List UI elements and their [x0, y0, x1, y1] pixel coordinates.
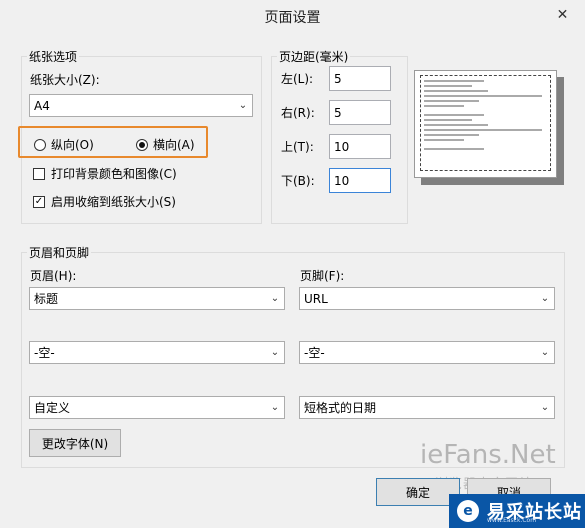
- header-label: 页眉(H):: [30, 269, 77, 283]
- margin-right-label: 右(R):: [281, 106, 315, 120]
- chevron-down-icon: ⌄: [540, 293, 550, 304]
- preview-line: [424, 119, 472, 121]
- chevron-down-icon: ⌄: [270, 402, 280, 413]
- window-title: 页面设置: [264, 10, 321, 26]
- chevron-down-icon: ⌄: [270, 347, 280, 358]
- header-select-3-value: 自定义: [34, 401, 71, 415]
- chevron-down-icon: ⌄: [540, 347, 550, 358]
- preview-line: [424, 148, 484, 150]
- preview-line: [424, 85, 472, 87]
- preview-line: [424, 80, 484, 82]
- paper-size-value: A4: [34, 98, 50, 113]
- footer-select-2[interactable]: -空- ⌄: [299, 341, 555, 364]
- margin-top-label: 上(T):: [281, 140, 314, 154]
- margin-left-input[interactable]: 5: [329, 66, 391, 91]
- margin-bottom-label: 下(B):: [281, 174, 315, 188]
- margin-left-label: 左(L):: [281, 72, 314, 86]
- shrink-to-fit-checkbox[interactable]: ✓ 启用收缩到纸张大小(S): [33, 193, 176, 210]
- footer-label: 页脚(F):: [300, 269, 345, 283]
- preview-margin-outline: [420, 75, 551, 171]
- preview-line: [424, 114, 484, 116]
- header-select-3[interactable]: 自定义 ⌄: [29, 396, 285, 419]
- footer-select-3-value: 短格式的日期: [304, 401, 377, 415]
- header-select-2[interactable]: -空- ⌄: [29, 341, 285, 364]
- logo-icon: e: [457, 500, 479, 522]
- checkbox-icon: [33, 167, 45, 180]
- preview-line: [424, 105, 464, 107]
- print-background-checkbox[interactable]: 打印背景颜色和图像(C): [33, 165, 177, 182]
- preview-line: [424, 95, 542, 97]
- preview-line: [424, 134, 479, 136]
- header-select-1[interactable]: 标题 ⌄: [29, 287, 285, 310]
- logo-url: www.Easck.Com: [487, 517, 537, 524]
- watermark-brand: ieFans.Net: [420, 440, 556, 470]
- shrink-to-fit-label: 启用收缩到纸张大小(S): [51, 195, 176, 209]
- footer-select-2-value: -空-: [304, 346, 325, 360]
- footer-select-1-value: URL: [304, 291, 328, 306]
- footer-select-1[interactable]: URL ⌄: [299, 287, 555, 310]
- footer-select-3[interactable]: 短格式的日期 ⌄: [299, 396, 555, 419]
- header-select-1-value: 标题: [34, 292, 59, 306]
- margin-top-input[interactable]: 10: [329, 134, 391, 159]
- margin-right-input[interactable]: 5: [329, 100, 391, 125]
- paper-size-label: 纸张大小(Z):: [30, 73, 100, 87]
- preview-line: [424, 139, 464, 141]
- margins-legend: 页边距(毫米): [277, 48, 351, 65]
- margin-bottom-input[interactable]: 10: [329, 168, 391, 193]
- page-preview: [414, 70, 557, 178]
- orientation-highlight-box: [18, 126, 208, 158]
- chevron-down-icon: ⌄: [540, 402, 550, 413]
- chevron-down-icon: ⌄: [238, 100, 248, 111]
- change-font-button[interactable]: 更改字体(N): [29, 429, 121, 457]
- header-select-2-value: -空-: [34, 346, 55, 360]
- preview-line: [424, 124, 488, 126]
- preview-line: [424, 90, 488, 92]
- header-footer-legend: 页眉和页脚: [27, 244, 92, 261]
- close-icon[interactable]: ✕: [548, 4, 577, 25]
- chevron-down-icon: ⌄: [270, 293, 280, 304]
- paper-options-legend: 纸张选项: [27, 48, 80, 65]
- print-background-label: 打印背景颜色和图像(C): [51, 167, 177, 181]
- paper-size-select[interactable]: A4 ⌄: [29, 94, 253, 117]
- checkmark-icon: ✓: [33, 195, 45, 208]
- title-bar: 页面设置 ✕: [0, 0, 585, 31]
- preview-line: [424, 100, 479, 102]
- ok-button[interactable]: 确定: [376, 478, 460, 506]
- preview-line: [424, 129, 542, 131]
- site-logo: e 易采站长站 www.Easck.Com: [449, 494, 585, 528]
